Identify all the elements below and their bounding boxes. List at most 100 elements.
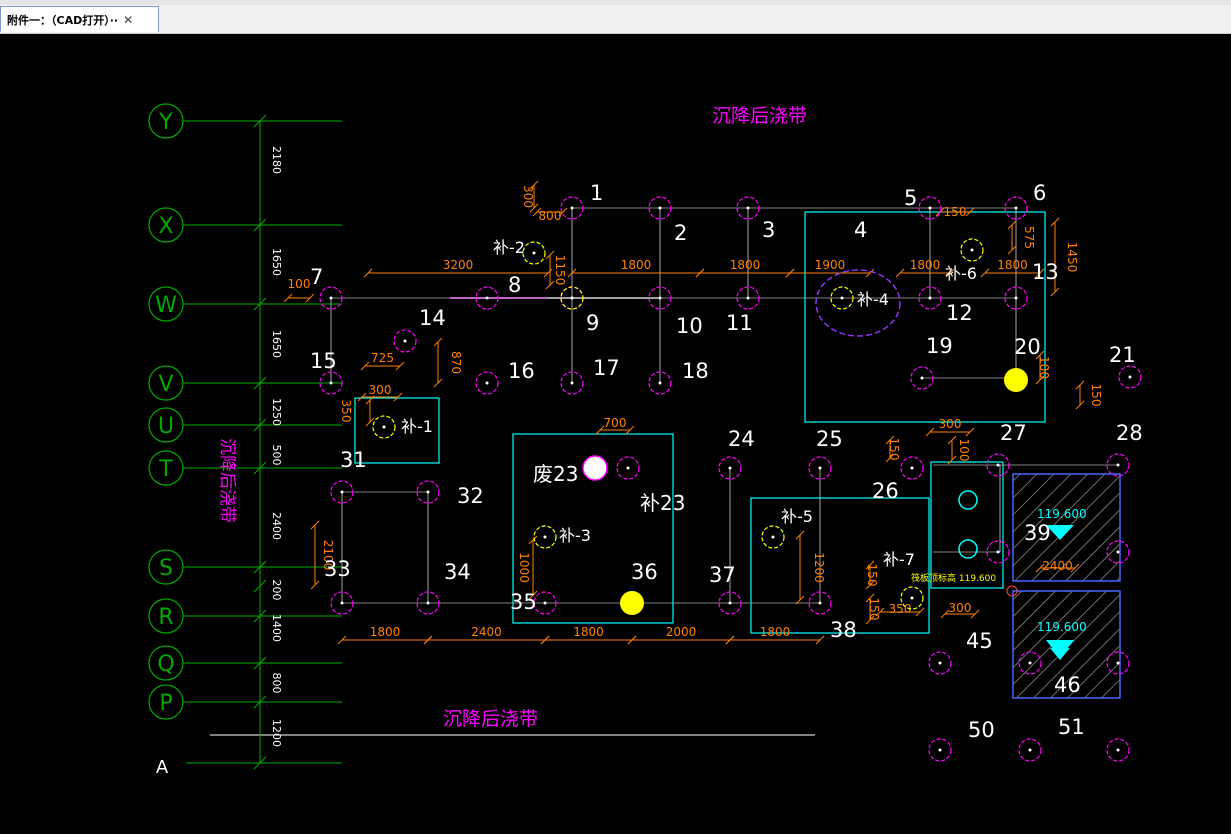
dimension-value: 1800 xyxy=(910,258,941,272)
dimension-value: 150 xyxy=(865,564,879,587)
pile-center xyxy=(658,206,662,210)
pile-number-24: 24 xyxy=(728,427,755,451)
abandoned-pile-label: 废23 xyxy=(533,462,578,486)
pile-center xyxy=(340,601,344,605)
pile-center xyxy=(928,206,932,210)
pile-center xyxy=(970,248,974,252)
pile-center xyxy=(728,601,732,605)
pile-center xyxy=(840,296,844,300)
pile-number-21: 21 xyxy=(1109,343,1136,367)
supplement-label: 补23 xyxy=(640,491,685,515)
abandoned-pile xyxy=(582,455,608,481)
dimension-value: 100 xyxy=(957,439,971,462)
tab-bar: 附件一：（CAD打开）·· ✕ xyxy=(0,0,1231,34)
pile-number-34: 34 xyxy=(444,560,471,584)
highlighted-pile xyxy=(620,591,644,615)
pile-center xyxy=(928,296,932,300)
pile-center xyxy=(1116,463,1120,467)
pile-center xyxy=(1014,206,1018,210)
dimension-value: 300 xyxy=(949,601,972,615)
pile-number-45: 45 xyxy=(966,629,993,653)
axis-spacing-label: 1200 xyxy=(270,719,283,747)
dimension-value: 150 xyxy=(944,205,967,219)
document-tab-title[interactable]: 附件一：（CAD打开）·· xyxy=(1,12,118,28)
pile-center xyxy=(1116,550,1120,554)
pile-center xyxy=(485,296,489,300)
pile-center xyxy=(329,381,333,385)
axis-spacing-label: 1650 xyxy=(270,330,283,358)
pile-center xyxy=(746,206,750,210)
axis-label-S: S xyxy=(159,556,173,581)
pile-number-19: 19 xyxy=(926,334,953,358)
dimension-value: 575 xyxy=(1022,226,1036,249)
dimension-value: 1800 xyxy=(730,258,761,272)
dimension-value: 870 xyxy=(449,351,463,374)
axis-label-X: X xyxy=(158,214,173,239)
pile-number-8: 8 xyxy=(508,273,521,297)
post-pour-strip-note: 沉降后浇带 xyxy=(712,105,807,127)
pile-number-6: 6 xyxy=(1033,181,1046,205)
dimension-value: 350 xyxy=(889,602,912,616)
axis-label-A: A xyxy=(156,757,169,778)
dimension-value: 1800 xyxy=(370,625,401,639)
dimension-value: 1900 xyxy=(815,258,846,272)
highlighted-pile xyxy=(1004,368,1028,392)
pile-center xyxy=(1128,375,1132,379)
pile-number-26: 26 xyxy=(872,479,899,503)
pile-center xyxy=(570,296,574,300)
axis-spacing-label: 1650 xyxy=(270,248,283,276)
pile-number-12: 12 xyxy=(946,301,973,325)
supplement-label: 补-4 xyxy=(857,290,889,309)
pile-center xyxy=(818,601,822,605)
pile-number-17: 17 xyxy=(593,356,620,380)
dimension-value: 800 xyxy=(539,209,562,223)
dimension-value: 1150 xyxy=(553,255,567,286)
pile-number-5: 5 xyxy=(904,186,917,210)
pile-number-10: 10 xyxy=(676,314,703,338)
axis-label-U: U xyxy=(158,414,174,439)
pile-center xyxy=(658,296,662,300)
pile-number-35: 35 xyxy=(510,590,537,614)
axis-label-W: W xyxy=(155,293,177,318)
pile-number-1: 1 xyxy=(590,181,603,205)
pile-center xyxy=(920,376,924,380)
pile-center xyxy=(340,490,344,494)
pile-number-39: 39 xyxy=(1024,521,1051,545)
pile-number-18: 18 xyxy=(682,359,709,383)
pile-number-31: 31 xyxy=(340,448,367,472)
axis-label-V: V xyxy=(158,372,173,397)
close-tab-icon[interactable]: ✕ xyxy=(123,14,133,26)
pile-number-27: 27 xyxy=(1000,421,1027,445)
pile-number-2: 2 xyxy=(674,221,687,245)
pile-number-16: 16 xyxy=(508,359,535,383)
raft-elevation-note: 筏板顶标高 119.600 xyxy=(911,572,996,584)
pile-number-15: 15 xyxy=(310,349,337,373)
cad-drawing[interactable]: YXWVUTSRQPA21801650165012505002400200140… xyxy=(0,33,1231,830)
dimension-value: 1800 xyxy=(997,258,1028,272)
cad-drawing-canvas[interactable]: Y X W V U T S R Q P A 2180 1650 1650 1250 500 2400 200 140… xyxy=(0,33,1231,830)
pile-center xyxy=(938,748,942,752)
pile-center xyxy=(1116,748,1120,752)
axis-spacing-label: 2400 xyxy=(270,512,283,540)
dimension-value: 3200 xyxy=(443,258,474,272)
axis-label-Y: Y xyxy=(158,110,173,135)
pile-center xyxy=(1116,661,1120,665)
pile-number-3: 3 xyxy=(762,218,775,242)
pile-center xyxy=(626,466,630,470)
dimension-value: 725 xyxy=(371,351,394,365)
axis-label-T: T xyxy=(158,457,173,482)
pile-center xyxy=(570,381,574,385)
pile-center xyxy=(938,661,942,665)
axis-spacing-label: 500 xyxy=(270,445,283,466)
pile-number-28: 28 xyxy=(1116,421,1143,445)
tab-bar-strip xyxy=(0,0,1231,5)
dimension-value: 1450 xyxy=(1065,242,1079,273)
pile-center xyxy=(485,381,489,385)
supplement-label: 补-6 xyxy=(945,264,977,283)
document-tab[interactable]: 附件一：（CAD打开）·· ✕ xyxy=(0,6,159,32)
dimension-value: 1800 xyxy=(621,258,652,272)
pile-number-50: 50 xyxy=(968,718,995,742)
dimension-value: 700 xyxy=(604,416,627,430)
pile-center xyxy=(1014,296,1018,300)
special-pile xyxy=(958,490,978,510)
